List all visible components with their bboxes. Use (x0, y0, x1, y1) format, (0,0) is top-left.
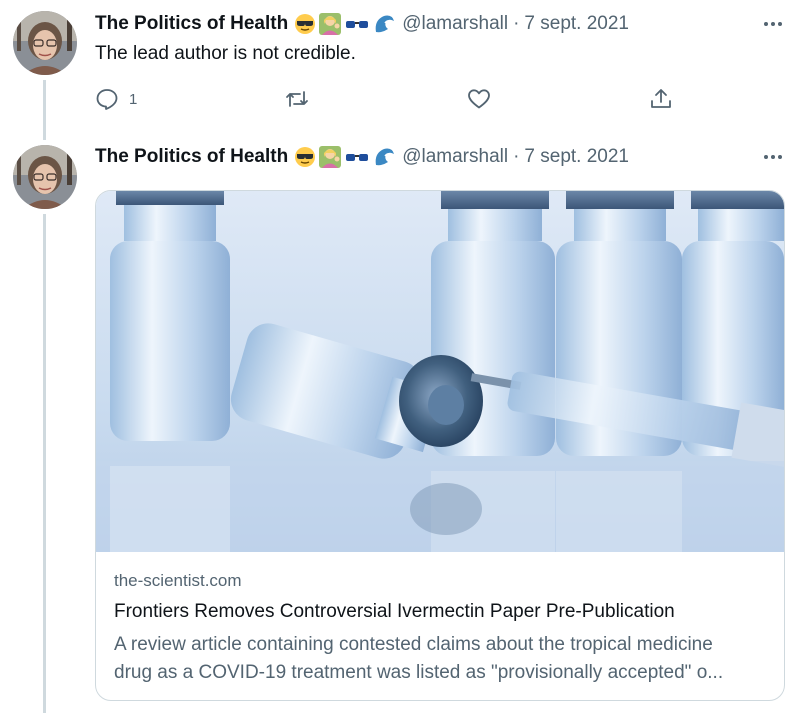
separator-dot: · (513, 13, 520, 34)
glasses-emoji (346, 21, 369, 28)
sunglasses-face-emoji (295, 147, 316, 167)
tweet-date[interactable]: 7 sept. 2021 (524, 13, 629, 35)
reply-icon (96, 89, 118, 110)
author-name[interactable]: The Politics of Health (95, 13, 288, 35)
card-description-line: A review article containing contested cl… (114, 634, 713, 655)
tweet-date[interactable]: 7 sept. 2021 (524, 146, 629, 168)
thread-connector-line (43, 214, 46, 713)
card-description: A review article containing contested cl… (114, 631, 774, 687)
author-handle[interactable]: @lamarshall (402, 146, 508, 168)
author-handle[interactable]: @lamarshall (402, 13, 508, 35)
separator-dot: · (513, 146, 520, 167)
tweet-header: The Politics of Health @lamarshall · 7 s… (95, 145, 629, 169)
wave-emoji (375, 15, 395, 33)
wave-emoji (375, 148, 395, 166)
woman-tipping-hand-emoji (319, 146, 342, 168)
woman-tipping-hand-emoji (319, 13, 342, 35)
card-domain: the-scientist.com (114, 571, 242, 590)
retweet-button[interactable] (285, 84, 309, 114)
like-button[interactable] (467, 84, 491, 114)
reply-button[interactable]: 1 (95, 84, 137, 114)
share-button[interactable] (649, 84, 673, 114)
reply-count: 1 (129, 90, 138, 108)
tweet-actions: 1 (95, 84, 685, 114)
avatar[interactable] (13, 145, 77, 209)
tweet-text: The lead author is not credible. (95, 43, 356, 64)
more-options-button[interactable] (759, 145, 787, 169)
avatar[interactable] (13, 11, 77, 75)
tweet-header: The Politics of Health @lamarshall · 7 s… (95, 12, 629, 36)
glasses-emoji (346, 154, 369, 161)
author-name[interactable]: The Politics of Health (95, 146, 288, 168)
more-options-button[interactable] (759, 12, 787, 36)
emoji-group (294, 145, 396, 169)
more-icon (764, 155, 782, 159)
thread-connector-line (43, 80, 46, 140)
link-card[interactable]: the-scientist.com Frontiers Removes Cont… (95, 190, 785, 701)
sunglasses-face-emoji (295, 14, 316, 34)
heart-icon (468, 89, 490, 109)
card-title: Frontiers Removes Controversial Ivermect… (114, 601, 675, 622)
share-icon (651, 89, 671, 108)
card-description-line: drug as a COVID-19 treatment was listed … (114, 662, 724, 683)
more-icon (764, 22, 782, 26)
retweet-icon (286, 91, 308, 107)
card-image (96, 191, 784, 552)
emoji-group (294, 12, 396, 36)
